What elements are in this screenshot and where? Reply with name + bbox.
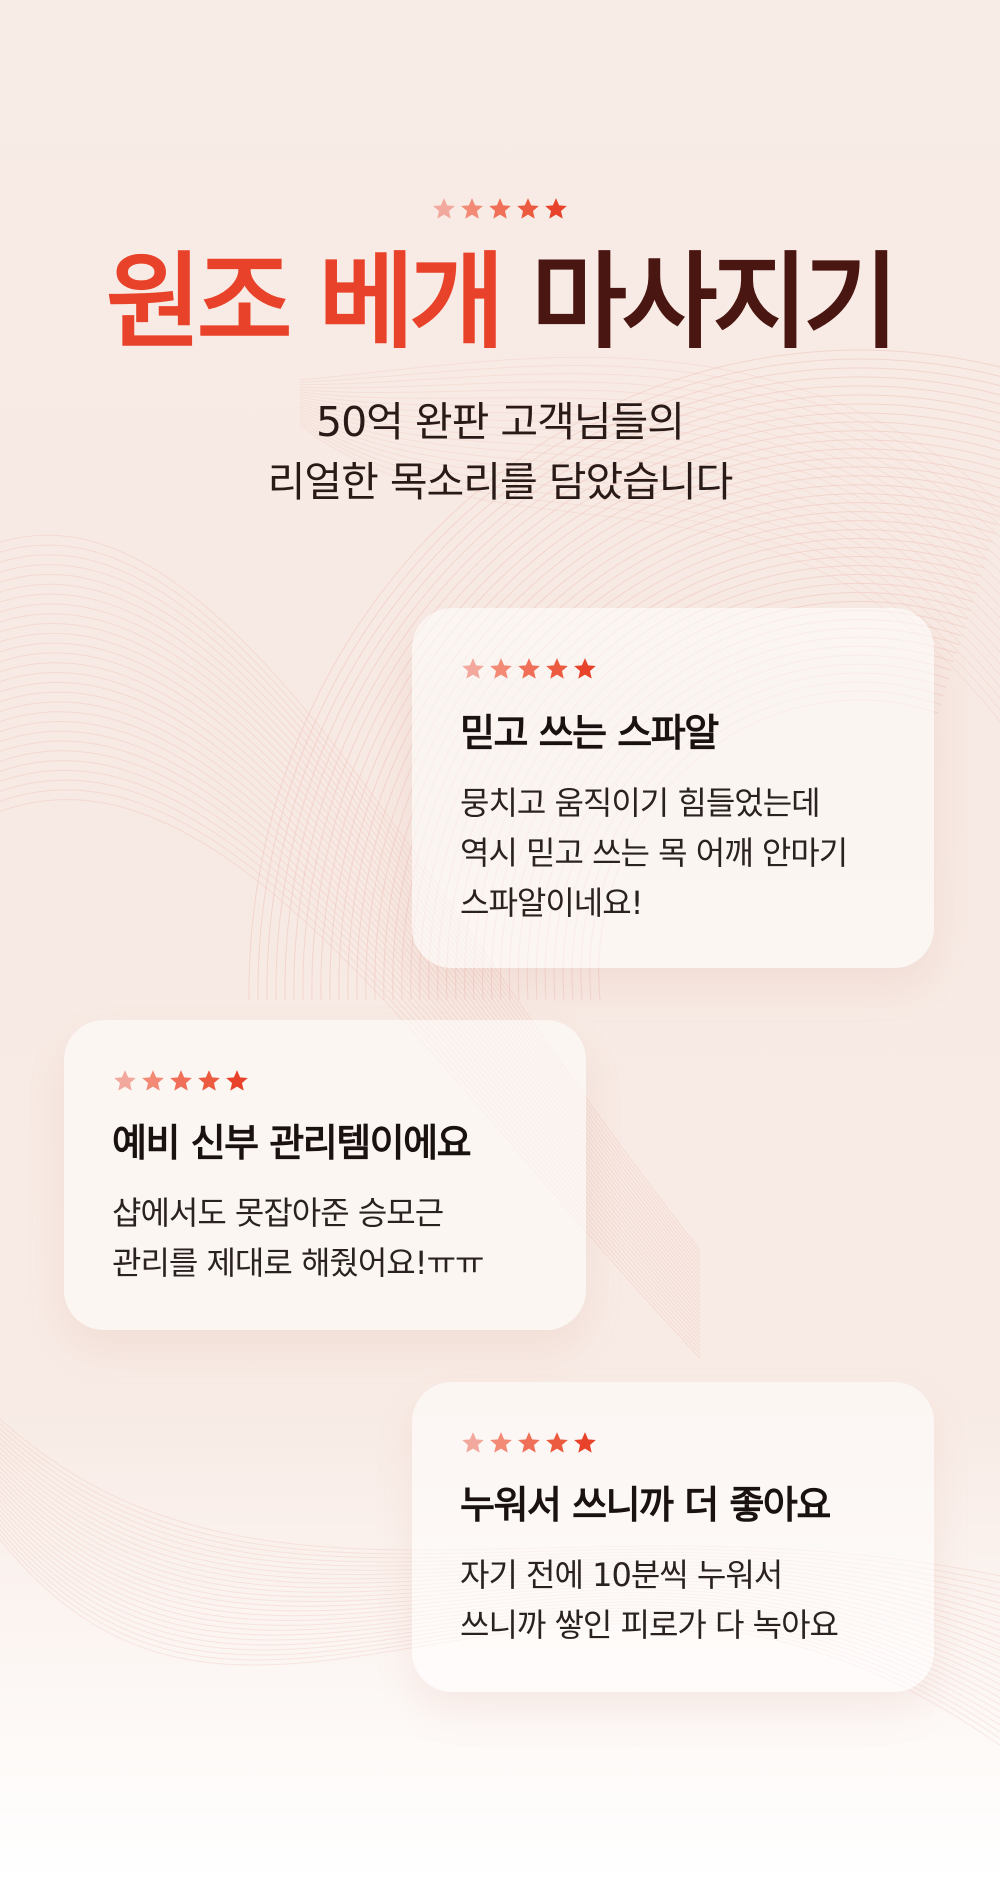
review-card: 믿고 쓰는 스파알 뭉치고 움직이기 힘들었는데 역시 믿고 쓰는 목 어깨 안… <box>412 608 934 968</box>
star-icon <box>518 658 540 679</box>
star-icon <box>489 198 511 219</box>
star-icon <box>462 1432 484 1453</box>
subhead-line1: 50억 완판 고객님들의 <box>316 398 685 446</box>
star-icon <box>517 198 539 219</box>
subhead-line2: 리얼한 목소리를 담았습니다 <box>267 458 734 506</box>
review-title: 예비 신부 관리템이에요 <box>112 1121 472 1165</box>
review-title: 누워서 쓰니까 더 좋아요 <box>460 1483 831 1527</box>
review-text-line: 쓰니까 쌓인 피로가 다 녹아요 <box>460 1606 839 1644</box>
review-text-line: 자기 전에 10분씩 누워서 <box>460 1556 783 1594</box>
star-icon <box>574 1432 596 1453</box>
review-card: 누워서 쓰니까 더 좋아요 자기 전에 10분씩 누워서 쓰니까 쌓인 피로가 … <box>412 1382 934 1692</box>
review-title: 믿고 쓰는 스파알 <box>460 711 719 755</box>
star-icon <box>490 1432 512 1453</box>
star-icon <box>433 198 455 219</box>
star-icon <box>226 1070 248 1091</box>
review-rating-stars <box>460 1430 598 1456</box>
star-icon <box>198 1070 220 1091</box>
page-title: 원조 베개 마사지기 <box>0 250 1000 354</box>
review-text-line: 스파알이네요! <box>460 884 643 922</box>
star-icon <box>574 658 596 679</box>
review-text-line: 샵에서도 못잡아준 승모근 <box>112 1194 444 1232</box>
headline-main: 마사지기 <box>531 241 899 363</box>
star-icon <box>170 1070 192 1091</box>
star-icon <box>518 1432 540 1453</box>
star-icon <box>490 658 512 679</box>
star-icon <box>114 1070 136 1091</box>
star-icon <box>546 1432 568 1453</box>
headline-accent: 원조 베개 <box>106 241 505 363</box>
hero-rating-stars <box>431 196 569 222</box>
star-icon <box>461 198 483 219</box>
star-icon <box>545 198 567 219</box>
review-text-line: 관리를 제대로 해줬어요!ㅠㅠ <box>112 1244 484 1282</box>
star-icon <box>142 1070 164 1091</box>
review-rating-stars <box>112 1068 250 1094</box>
review-text-line: 역시 믿고 쓰는 목 어깨 안마기 <box>460 834 848 872</box>
star-icon <box>546 658 568 679</box>
review-card: 예비 신부 관리템이에요 샵에서도 못잡아준 승모근 관리를 제대로 해줬어요!… <box>64 1020 586 1330</box>
review-text-line: 뭉치고 움직이기 힘들었는데 <box>460 784 821 822</box>
review-rating-stars <box>460 656 598 682</box>
star-icon <box>462 658 484 679</box>
